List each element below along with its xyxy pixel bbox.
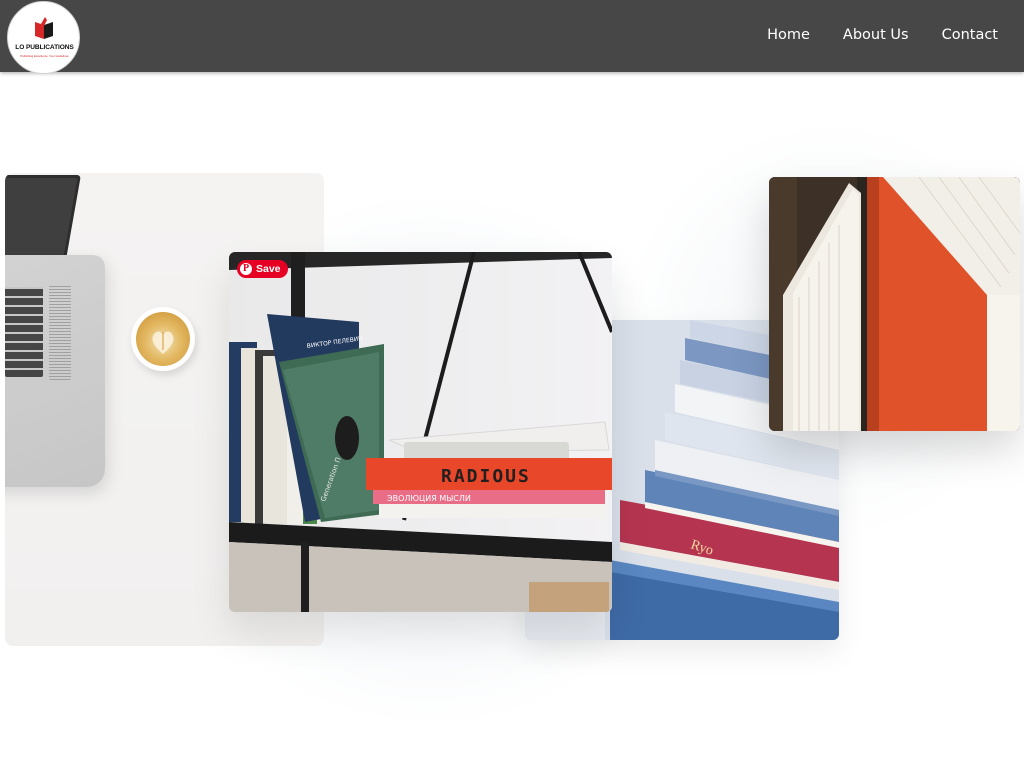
site-logo[interactable]: LO PUBLICATIONS Publishing Excellence, Y… <box>7 1 80 74</box>
speaker-grille <box>49 285 71 380</box>
page: Home About Us Contact LO PUBLICATIONS Pu… <box>0 0 1024 768</box>
keyboard <box>5 287 43 377</box>
orange-book-title: RADIOUS <box>441 466 531 487</box>
nav-about-us-link[interactable]: About Us <box>843 27 909 43</box>
site-header: Home About Us Contact <box>0 0 1024 72</box>
nav-contact-link[interactable]: Contact <box>942 27 998 43</box>
latte-heart-icon <box>152 331 174 354</box>
book-logo-icon <box>35 17 53 39</box>
laptop-keyboard-deck <box>5 255 105 487</box>
coffee-cup <box>131 307 195 371</box>
save-label: Save <box>256 263 281 275</box>
latte-art <box>136 312 190 366</box>
open-book-photo <box>769 177 1020 431</box>
bookshelf-illustration: ВИКТОР ПЕЛЕВИН Generation П RADIOUS ЭВОЛ… <box>229 252 612 612</box>
nav-home-link[interactable]: Home <box>767 27 810 43</box>
pink-book-title: ЭВОЛЮЦИЯ МЫСЛИ <box>387 494 471 503</box>
pinterest-icon: P <box>240 263 252 275</box>
main-nav: Home About Us Contact <box>767 27 998 43</box>
logo-wordmark: LO PUBLICATIONS <box>15 44 74 51</box>
logo-tagline: Publishing Excellence, Your Guidelines <box>20 54 69 58</box>
laptop-screen <box>5 175 81 265</box>
open-book-illustration <box>769 177 1020 431</box>
pinterest-save-button[interactable]: P Save <box>237 260 288 278</box>
bookshelf-photo: ВИКТОР ПЕЛЕВИН Generation П RADIOUS ЭВОЛ… <box>229 252 612 612</box>
